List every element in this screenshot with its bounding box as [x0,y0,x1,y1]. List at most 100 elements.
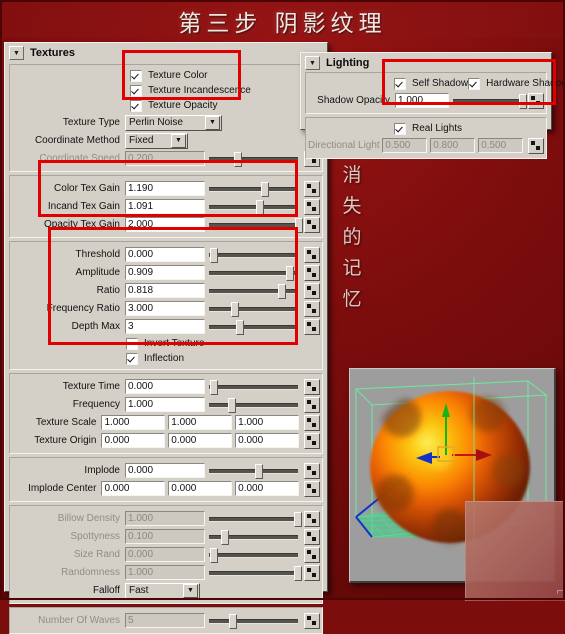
map-button-icon[interactable] [304,282,320,299]
checkbox-texture-opacity[interactable] [130,99,142,112]
checkbox-row-real-lights[interactable]: Real Lights [394,121,544,136]
slider-ratio[interactable] [209,284,298,299]
slider-spottyness[interactable] [209,530,298,545]
slider-thumb[interactable] [229,614,238,629]
translucent-overlay-window[interactable]: ⌐ [465,501,565,601]
checkbox-row-hardware-shadow[interactable]: Hardware Shadow [468,76,565,91]
field-number-of-waves[interactable]: 5 [125,613,205,628]
slider-coordinate-speed[interactable] [209,152,298,167]
field-implode-center-z[interactable]: 0.000 [235,481,300,496]
field-frequency-ratio[interactable]: 3.000 [125,301,205,316]
map-button-icon[interactable] [304,318,320,335]
slider-frequency[interactable] [209,398,298,413]
checkbox-texture-color[interactable] [130,69,142,82]
slider-thumb[interactable] [256,200,265,215]
checkbox-invert-texture[interactable] [126,337,138,350]
field-implode-center-x[interactable]: 0.000 [101,481,166,496]
field-frequency[interactable]: 1.000 [125,397,205,412]
field-texture-time[interactable]: 0.000 [125,379,205,394]
slider-thumb[interactable] [220,530,229,545]
slider-thumb[interactable] [231,302,240,317]
field-ratio[interactable]: 0.818 [125,283,205,298]
slider-incand-tex-gain[interactable] [209,200,298,215]
chevron-down-icon[interactable]: ▼ [183,583,198,598]
slider-thumb[interactable] [293,566,302,581]
slider-thumb[interactable] [260,182,269,197]
field-implode-center-y[interactable]: 0.000 [168,481,233,496]
slider-amplitude[interactable] [209,266,298,281]
slider-threshold[interactable] [209,248,298,263]
field-texture-scale-z[interactable]: 1.000 [235,415,300,430]
field-shadow-opacity[interactable]: 1.000 [395,93,449,108]
slider-randomness[interactable] [209,566,302,581]
checkbox-row-invert-texture[interactable]: Invert Texture [126,336,320,351]
slider-shadow-opacity[interactable] [453,94,527,109]
map-button-icon[interactable] [304,300,320,317]
field-texture-scale-x[interactable]: 1.000 [101,415,166,430]
map-button-icon[interactable] [304,546,320,563]
map-button-icon[interactable] [304,378,320,395]
map-button-icon[interactable] [304,396,320,413]
map-button-icon[interactable] [304,432,321,449]
field-directional-light-y[interactable]: 0.800 [430,138,476,153]
field-randomness[interactable]: 1.000 [125,565,205,580]
slider-depth-max[interactable] [209,320,298,335]
slider-thumb[interactable] [293,512,302,527]
slider-thumb[interactable] [227,398,236,413]
dropdown-coordinate-method[interactable]: Fixed ▼ [125,132,188,149]
field-implode[interactable]: 0.000 [125,463,205,478]
slider-thumb[interactable] [235,320,244,335]
map-button-icon[interactable] [304,612,320,629]
dropdown-texture-type[interactable]: Perlin Noise ▼ [125,114,222,131]
checkbox-self-shadow[interactable] [394,77,406,90]
map-button-icon[interactable] [304,480,321,497]
field-texture-origin-z[interactable]: 0.000 [235,433,300,448]
slider-number-of-waves[interactable] [209,614,298,629]
map-button-icon[interactable] [304,564,320,581]
slider-thumb[interactable] [209,548,218,563]
map-button-icon[interactable] [304,264,320,281]
slider-thumb[interactable] [233,152,242,167]
slider-implode[interactable] [209,464,298,479]
checkbox-row-inflection[interactable]: Inflection [126,351,320,366]
field-opacity-tex-gain[interactable]: 2.000 [125,217,205,232]
slider-size-rand[interactable] [209,548,298,563]
textures-panel-header[interactable]: ▼ Textures [5,43,327,61]
map-button-icon[interactable] [304,510,320,527]
checkbox-inflection[interactable] [126,352,138,365]
field-color-tex-gain[interactable]: 1.190 [125,181,205,196]
checkbox-row-texture-opacity[interactable]: Texture Opacity [130,98,320,113]
slider-thumb[interactable] [285,266,294,281]
checkbox-row-self-shadow[interactable]: Self Shadow [394,76,468,91]
slider-color-tex-gain[interactable] [209,182,298,197]
slider-opacity-tex-gain[interactable] [209,218,304,233]
slider-frequency-ratio[interactable] [209,302,298,317]
field-directional-light-x[interactable]: 0.500 [382,138,428,153]
checkbox-real-lights[interactable] [394,122,406,135]
field-incand-tex-gain[interactable]: 1.091 [125,199,205,214]
field-texture-origin-x[interactable]: 0.000 [101,433,166,448]
map-button-icon[interactable] [304,462,320,479]
slider-thumb[interactable] [295,218,304,233]
map-button-icon[interactable] [304,528,320,545]
slider-thumb[interactable] [255,464,264,479]
checkbox-hardware-shadow[interactable] [468,77,481,90]
lighting-panel-header[interactable]: ▼ Lighting [301,53,551,71]
map-button-icon[interactable] [304,198,320,215]
slider-thumb[interactable] [278,284,287,299]
field-size-rand[interactable]: 0.000 [125,547,205,562]
field-spottyness[interactable]: 0.100 [125,529,205,544]
triangle-down-icon[interactable]: ▼ [305,56,320,70]
field-directional-light-z[interactable]: 0.500 [478,138,523,153]
slider-texture-time[interactable] [209,380,298,395]
map-button-icon[interactable] [528,92,544,109]
field-texture-origin-y[interactable]: 0.000 [168,433,233,448]
checkbox-texture-incandescence[interactable] [130,84,142,97]
chevron-down-icon[interactable]: ▼ [171,133,186,148]
triangle-down-icon[interactable]: ▼ [9,46,24,60]
slider-billow-density[interactable] [209,512,302,527]
slider-thumb[interactable] [209,380,218,395]
map-button-icon[interactable] [304,180,320,197]
slider-thumb[interactable] [518,94,527,109]
field-billow-density[interactable]: 1.000 [125,511,205,526]
